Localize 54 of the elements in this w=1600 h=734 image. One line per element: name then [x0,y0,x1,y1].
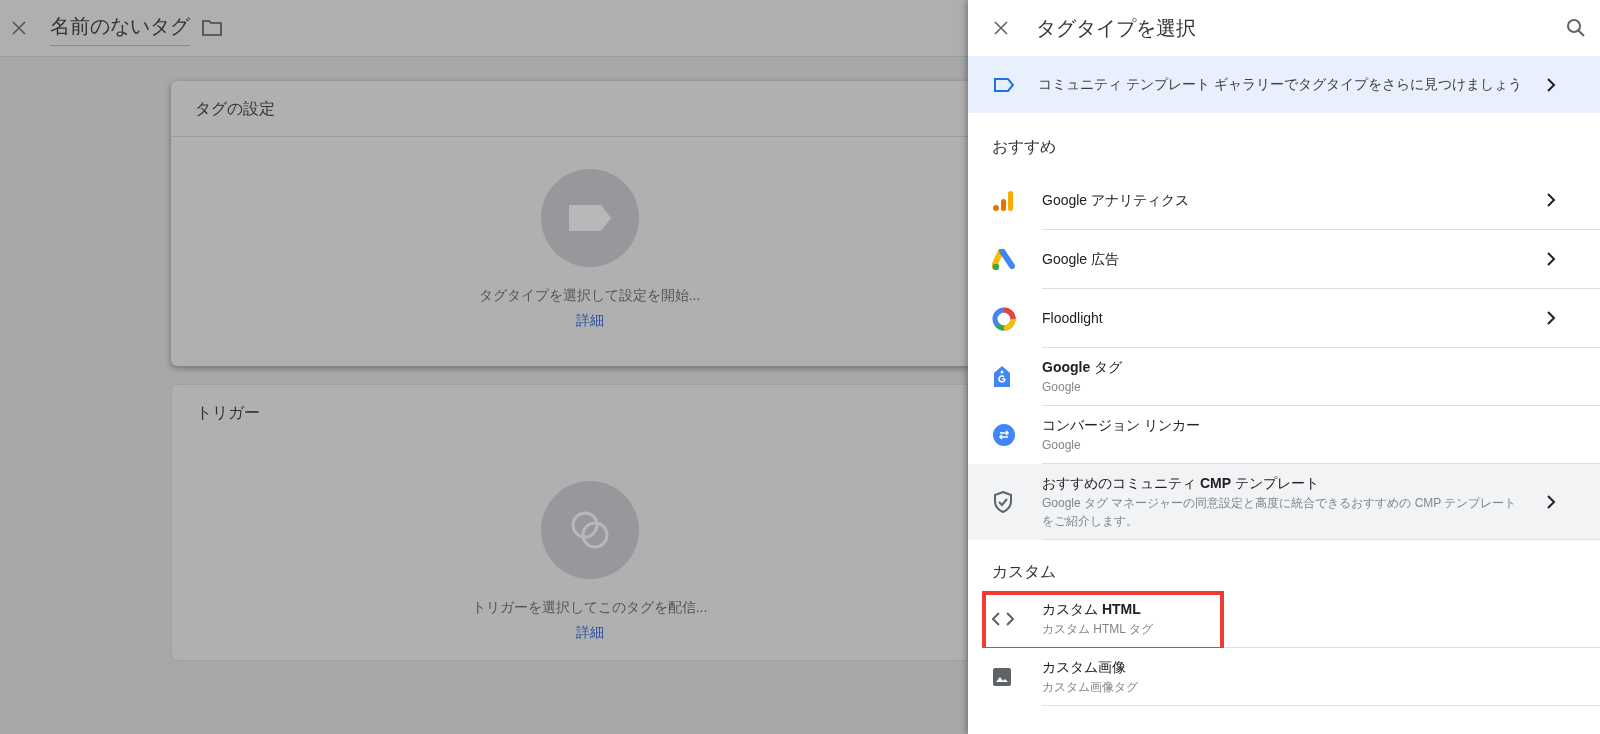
chevron-right-icon [1545,494,1556,509]
section-heading: カスタム [992,563,1056,580]
item-title: Google タグ [1042,358,1124,377]
swap-arrows-icon [992,423,1016,447]
config-card[interactable]: タグの設定 タグタイプを選択して設定を開始... 詳細 [171,81,968,366]
tag-type-item[interactable]: Google アナリティクス [968,171,1600,230]
item-subtitle: カスタム HTML タグ [1042,621,1154,638]
chevron-right-icon [1545,193,1556,207]
item-title: カスタム画像 [1042,658,1127,677]
tag-type-item[interactable]: コンバージョン リンカー Google [968,406,1600,464]
item-title: カスタム HTML [1042,600,1142,619]
details-link[interactable]: 詳細 [575,310,604,331]
gallery-banner[interactable]: コミュニティ テンプレート ギャラリーでタグタイプをさらに見つけましょう [968,56,1600,113]
search-icon[interactable] [1565,18,1586,38]
chevron-right-icon [1545,77,1556,92]
item-subtitle: Google [1042,437,1082,454]
item-title: Floodlight [1042,308,1104,328]
tag-type-item[interactable]: カスタム画像 カスタム画像タグ [968,648,1600,706]
item-subtitle: Google タグ マネージャーの同意設定と高度に統合できるおすすめの CMP テンプレートをご紹介します。 [1042,495,1518,530]
card-prompt: タグタイプを選択して設定を開始... [478,286,701,305]
item-title: Google 広告 [1042,249,1121,269]
card-prompt: トリガーを選択してこのタグを配信... [471,598,708,617]
tag-icon [568,205,611,231]
item-title: おすすめのコミュニティ CMP テンプレート [1042,474,1320,493]
details-link[interactable]: 詳細 [575,622,604,643]
chevron-right-icon [1545,252,1556,266]
code-brackets-icon [992,612,1014,626]
shield-check-icon [992,490,1014,514]
card-heading: トリガー [196,403,260,423]
close-icon[interactable] [994,21,1008,35]
folder-icon[interactable] [202,20,222,36]
item-title: コンバージョン リンカー [1042,416,1201,435]
bar-chart-icon [992,189,1014,212]
image-icon [992,667,1012,687]
section-heading: おすすめ [992,138,1056,155]
tag-type-item[interactable]: Google 広告 [968,230,1600,289]
tag-type-item[interactable]: Floodlight [968,289,1600,348]
tag-icon [992,365,1012,389]
item-subtitle: カスタム画像タグ [1042,679,1139,696]
item-subtitle: Google [1042,379,1082,396]
config-card[interactable]: トリガー トリガーを選択してこのタグを配信... 詳細 [171,384,968,661]
panel-title: タグタイプを選択 [1036,16,1197,41]
tag-type-item[interactable]: Google タグ Google [968,348,1600,406]
tag-type-item[interactable]: カスタム HTML カスタム HTML タグ [968,590,1600,648]
close-icon[interactable] [12,21,26,35]
tag-type-item[interactable]: おすすめのコミュニティ CMP テンプレート Google タグ マネージャーの同意設定と高度に統合できるおすすめの CMP テンプレートをご紹介します。 [968,464,1600,540]
tag-outline-icon [994,77,1014,92]
card-heading: タグの設定 [195,98,275,119]
tag-name-field[interactable]: 名前のないタグ [50,10,190,46]
ring-icon [992,306,1016,331]
item-title: Google アナリティクス [1042,190,1191,210]
chevron-right-icon [1545,311,1556,325]
triangle-logo-icon [992,248,1016,271]
banner-text: コミュニティ テンプレート ギャラリーでタグタイプをさらに見つけましょう [1038,75,1522,94]
